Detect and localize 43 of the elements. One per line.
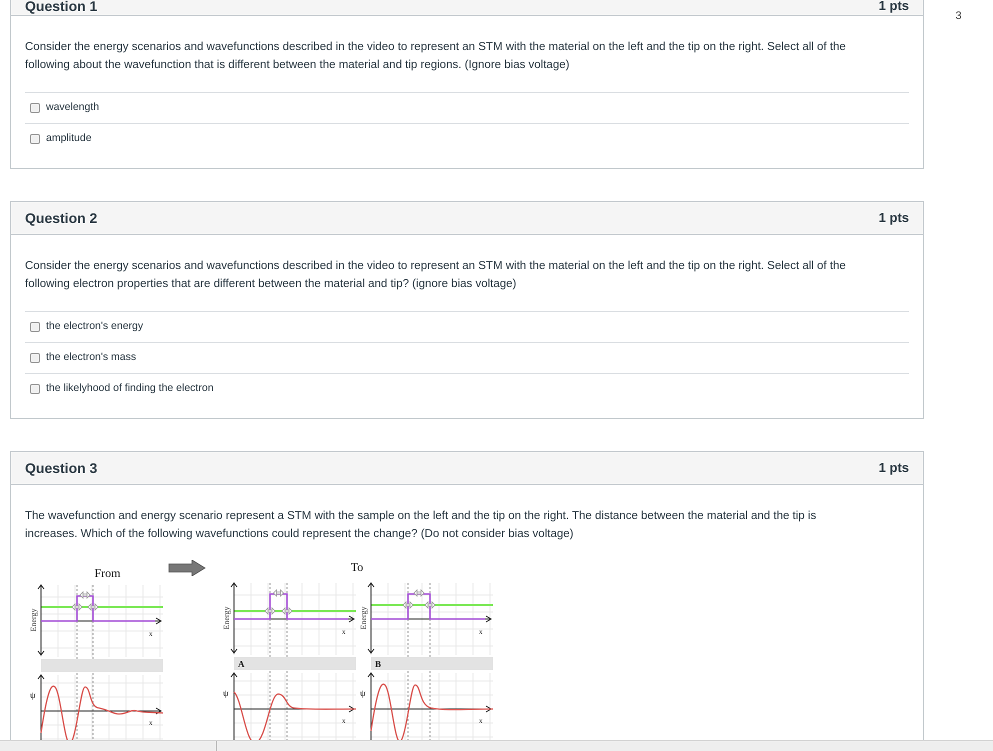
answer-option: the electron's mass <box>46 350 136 366</box>
drag-handle-icon[interactable] <box>413 589 425 597</box>
points-label: 1 pts <box>878 0 909 14</box>
checkbox[interactable] <box>30 353 40 363</box>
question-title: Question 2 <box>25 210 98 226</box>
figure-title: To <box>350 559 364 576</box>
checkbox[interactable] <box>30 103 40 113</box>
option-tag: B <box>375 659 382 669</box>
figure-title: From <box>94 565 120 582</box>
energy-axis-arrow <box>38 584 44 656</box>
energy-axis-arrow <box>230 582 238 654</box>
question-title: Question 1 <box>25 0 98 14</box>
drag-handle-icon[interactable] <box>272 589 284 597</box>
axis-label: Energy <box>359 606 368 630</box>
answer-option: amplitude <box>46 131 92 147</box>
drag-handle-icon[interactable] <box>79 591 91 599</box>
drag-handle-icon[interactable] <box>87 603 99 611</box>
drag-handle-icon[interactable] <box>71 603 83 611</box>
question-prompt: Consider the energy scenarios and wavefunctions described in the video to represent an STM with the material on the left and the tip on the right. Select all of the following electron properties that are different between the material and tip? (ignore bias voltage) <box>25 259 847 292</box>
option-tag: A <box>238 659 244 669</box>
answer-option: wavelength <box>46 100 100 116</box>
drag-handle-icon[interactable] <box>281 607 293 615</box>
axis-label: Energy <box>222 606 231 630</box>
energy-axis-arrow <box>368 582 374 654</box>
checkbox[interactable] <box>30 134 40 144</box>
drag-handle-icon[interactable] <box>402 601 414 609</box>
checkbox[interactable] <box>30 322 40 332</box>
drag-handle-icon[interactable] <box>264 607 276 615</box>
axis-label: ψ <box>360 688 366 698</box>
axis-label: ψ <box>223 688 229 698</box>
answer-option: the likelyhood of finding the electron <box>46 381 214 397</box>
points-label: 1 pts <box>878 210 909 226</box>
axis-label: ψ <box>30 690 36 700</box>
points-label: 1 pts <box>878 460 909 476</box>
question-prompt: The wavefunction and energy scenario represent a STM with the sample on the left and the tip on the right. The distance between the material and the tip is increases. Which of the following wavefunctions could represent the change? (Do not consider bias voltage) <box>25 509 818 542</box>
drag-handle-icon[interactable] <box>424 601 436 609</box>
side-text: 3 <box>955 9 962 24</box>
answer-option: the electron's energy <box>46 319 144 335</box>
axis-label: Energy <box>29 608 38 632</box>
right-arrow-icon <box>168 560 206 576</box>
question-title: Question 3 <box>25 460 98 476</box>
checkbox[interactable] <box>30 384 40 394</box>
question-prompt: Consider the energy scenarios and wavefunctions described in the video to represent an STM with the material on the left and the tip on the right. Select all of the following about the wavefunction that is different between the material and tip regions. (Ignore bias voltage) <box>25 40 847 73</box>
